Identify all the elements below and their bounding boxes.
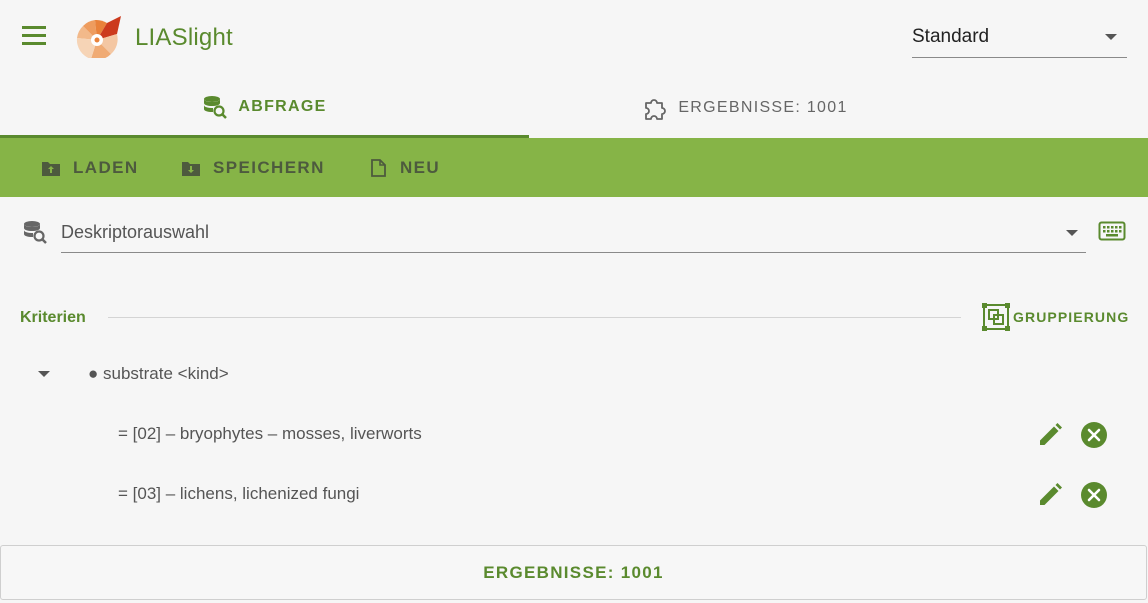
grouping-label: GRUPPIERUNG [1013,309,1130,325]
database-search-icon [204,95,228,119]
puzzle-icon [645,99,667,120]
remove-icon[interactable] [1080,481,1108,509]
tree-collapse-icon[interactable] [38,371,50,377]
edit-icon[interactable] [1036,481,1064,509]
folder-upload-icon [42,161,60,176]
descriptor-select[interactable]: Deskriptorauswahl [61,215,1086,253]
divider [108,317,961,318]
new-label: NEU [400,157,441,177]
group-icon [982,303,1010,331]
descriptor-row: Deskriptorauswahl [20,215,1130,255]
app-title: LIASlight [135,24,233,51]
lias-logo [76,16,121,58]
database-search-icon [24,221,47,244]
remove-icon[interactable] [1080,421,1108,449]
criterion-item-03: = [03] – lichens, lichenized fungi [118,484,360,503]
chevron-down-icon [1066,230,1078,236]
action-toolbar: LADEN SPEICHERN NEU [0,138,1148,197]
folder-download-icon [182,161,200,176]
criteria-label: Kriterien [20,309,86,326]
grouping-button[interactable]: GRUPPIERUNG [981,301,1129,333]
tab-ergebnisse-label: ERGEBNISSE: 1001 [678,99,848,116]
save-label: SPEICHERN [213,157,325,177]
criteria-header: Kriterien GRUPPIERUNG [20,300,1130,336]
app-header: LIASlight Standard [0,0,1148,76]
main-tabs: ABFRAGE ERGEBNISSE: 1001 [0,78,1148,138]
tab-abfrage-label: ABFRAGE [238,97,327,115]
keyboard-icon[interactable] [1098,220,1126,242]
tab-ergebnisse[interactable]: ERGEBNISSE: 1001 [529,78,961,138]
results-button[interactable]: ERGEBNISSE: 1001 [0,545,1147,600]
new-document-icon [371,158,386,177]
load-button[interactable]: LADEN [41,138,139,197]
tree-node-substrate[interactable]: ● substrate <kind> [88,364,229,384]
tab-abfrage[interactable]: ABFRAGE [0,78,529,138]
edit-icon[interactable] [1036,421,1064,449]
new-button[interactable]: NEU [368,138,440,197]
hamburger-menu-icon[interactable] [22,26,48,48]
descriptor-placeholder: Deskriptorauswahl [61,222,210,242]
load-label: LADEN [73,157,139,177]
profile-select-value: Standard [912,26,990,47]
chevron-down-icon [1105,34,1117,40]
criterion-item-02: = [02] – bryophytes – mosses, liverworts [118,424,422,443]
profile-select[interactable]: Standard [912,24,1127,58]
save-button[interactable]: SPEICHERN [181,138,325,197]
